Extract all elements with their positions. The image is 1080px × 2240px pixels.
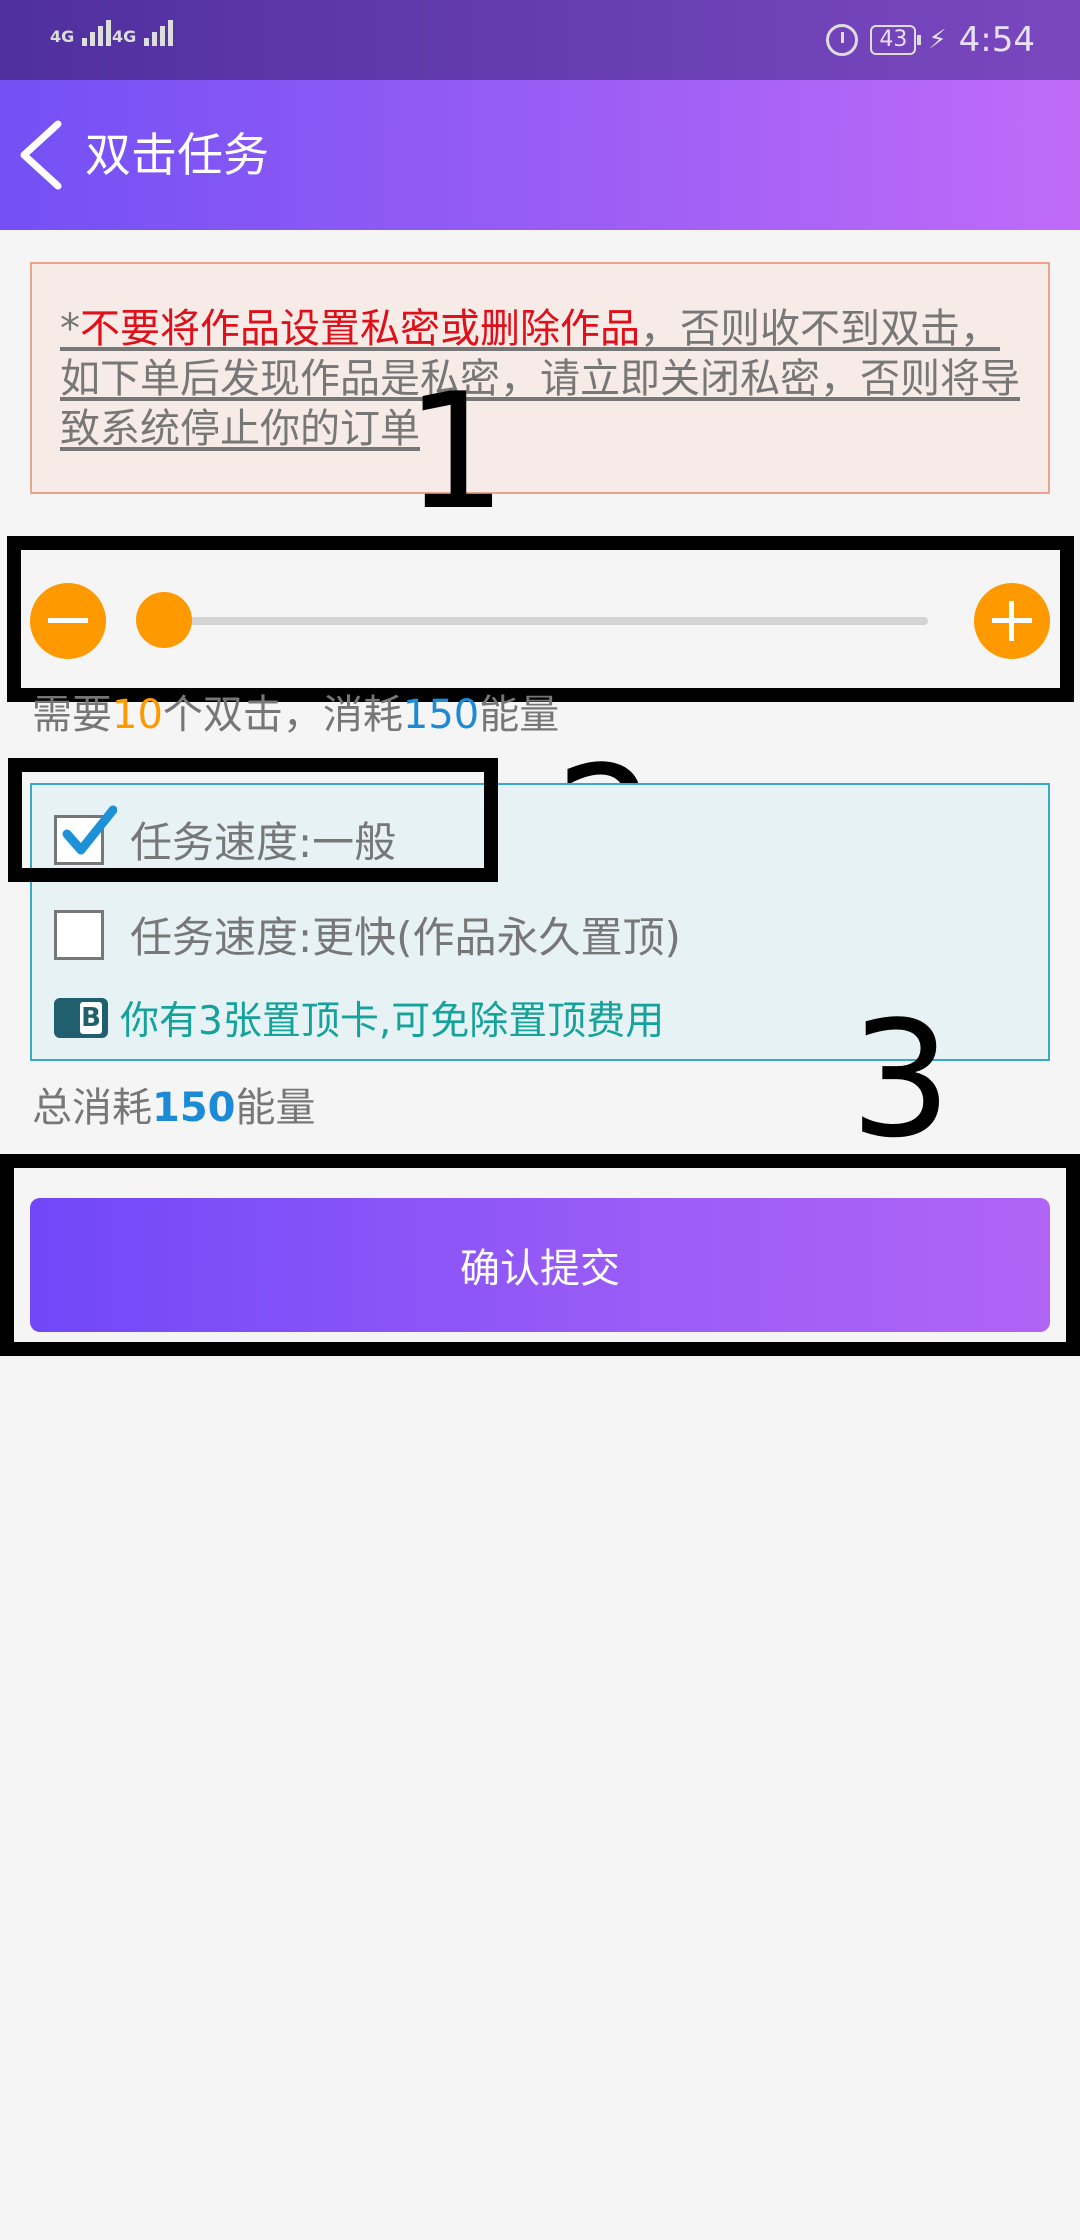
network-type-label: 4G — [50, 27, 75, 46]
clock-time: 4:54 — [958, 20, 1035, 60]
page-title: 双击任务 — [85, 128, 269, 182]
signal-sim1-icon: 4G — [50, 20, 114, 46]
charging-icon: ⚡ — [928, 25, 947, 55]
battery-level: 43 — [879, 27, 908, 52]
cost-suffix: 能量 — [479, 692, 560, 738]
annotation-number-3: 3 — [850, 986, 952, 1173]
top-card-info: B 你有3张置顶卡,可免除置顶费用 — [54, 990, 664, 1046]
click-count: 10 — [112, 692, 163, 738]
quantity-slider-row — [30, 580, 1050, 660]
cost-summary: 需要10个双击，消耗150能量 — [32, 690, 559, 740]
energy-cost: 150 — [402, 692, 480, 738]
ticket-card-icon: B — [54, 998, 108, 1038]
back-button[interactable] — [14, 118, 74, 193]
warning-notice: *不要将作品设置私密或删除作品，否则收不到双击，如下单后发现作品是私密，请立即关… — [30, 262, 1050, 494]
top-card-text: 你有3张置顶卡,可免除置顶费用 — [120, 999, 665, 1044]
annotation-box-2 — [8, 758, 498, 882]
notice-warning-text: 不要将作品设置私密或删除作品 — [80, 306, 640, 352]
annotation-number-1: 1 — [405, 358, 507, 545]
signal-sim2-icon: 4G — [112, 20, 176, 46]
slider-thumb[interactable] — [136, 592, 192, 648]
total-cost: 总消耗150能量 — [32, 1083, 316, 1133]
speed-fast-checkbox[interactable] — [54, 909, 104, 960]
decrease-button[interactable] — [30, 583, 106, 659]
notice-asterisk: * — [60, 306, 80, 352]
battery-icon: 43 — [870, 25, 922, 55]
total-prefix: 总消耗 — [32, 1085, 152, 1131]
network-type-label: 4G — [112, 27, 137, 46]
app-bar: 双击任务 — [0, 80, 1080, 230]
ticket-card-letter: B — [80, 1002, 102, 1034]
speed-option-fast[interactable]: 任务速度:更快(作品永久置顶) — [54, 904, 681, 965]
total-energy: 150 — [152, 1085, 236, 1131]
cost-middle: 个双击，消耗 — [162, 692, 403, 738]
submit-button[interactable]: 确认提交 — [30, 1198, 1050, 1332]
alarm-icon — [826, 24, 859, 56]
total-suffix: 能量 — [235, 1085, 316, 1131]
speed-fast-label: 任务速度:更快(作品永久置顶) — [130, 913, 681, 962]
increase-button[interactable] — [974, 583, 1050, 659]
chevron-left-icon — [20, 120, 62, 190]
cost-prefix: 需要 — [32, 692, 112, 738]
slider-track[interactable] — [150, 617, 928, 625]
status-bar: 4G 4G 43 ⚡ 4:54 — [0, 0, 1080, 80]
